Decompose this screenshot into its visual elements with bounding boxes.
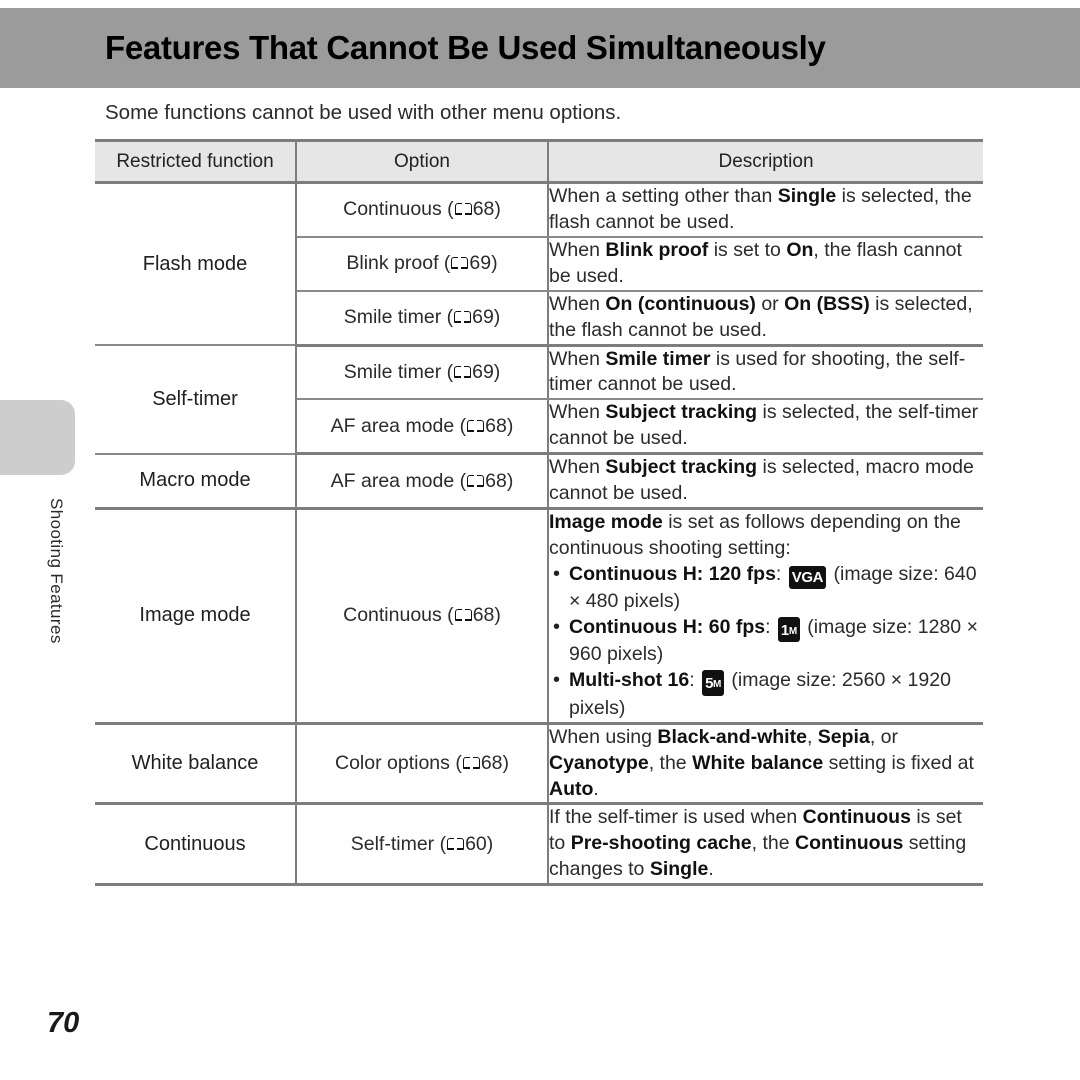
table-row: White balance Color options (68) When usin… xyxy=(95,723,983,806)
restrictions-table: Restricted function Option Description F… xyxy=(95,139,983,887)
option-cell: Self-timer (60) xyxy=(296,803,549,887)
description-cell: When On (continuous) or On (BSS) is sele… xyxy=(548,290,983,347)
image-size-badge-icon: 1M xyxy=(777,616,800,643)
option-cell: AF area mode (68) xyxy=(296,399,549,456)
option-label: Continuous (68) xyxy=(343,198,501,221)
emphasis-text: Smile timer xyxy=(605,347,711,370)
option-cell: Blink proof (69) xyxy=(296,236,549,292)
emphasis-text: Image mode xyxy=(549,511,663,534)
description-cell: When Subject tracking is selected, the s… xyxy=(548,399,983,456)
description-cell: If the self-timer is used when Continuou… xyxy=(548,803,983,887)
book-page-reference-icon xyxy=(454,203,472,216)
emphasis-text: On (continuous) xyxy=(605,292,756,315)
table-row: Flash mode Continuous (68) When a setting … xyxy=(95,182,983,347)
table-row: Continuous Self-timer (60) If the self-tim… xyxy=(95,803,983,887)
bullet-label: Continuous H: 120 fps xyxy=(569,562,776,585)
description-cell: When a setting other than Single is sele… xyxy=(548,182,983,238)
emphasis-text: Auto xyxy=(549,777,594,800)
description-lead: Image mode is set as follows depending o… xyxy=(549,511,961,559)
table-header-row: Restricted function Option Description xyxy=(95,139,983,184)
option-cell: Smile timer (69) xyxy=(296,290,549,347)
option-cell: Smile timer (69) xyxy=(296,345,549,401)
description-cell: When Blink proof is set to On, the flash… xyxy=(548,236,983,292)
emphasis-text: White balance xyxy=(692,751,824,774)
emphasis-text: Sepia xyxy=(817,725,870,748)
option-label: Continuous (68) xyxy=(343,604,501,627)
table-row: Self-timer Smile timer (69) When Smile tim… xyxy=(95,345,983,455)
description-cell: When using Black-and-white, Sepia, or Cy… xyxy=(548,723,983,806)
option-label: Self-timer (60) xyxy=(350,832,494,855)
page-title: Features That Cannot Be Used Simultaneou… xyxy=(105,29,826,66)
emphasis-text: Subject tracking xyxy=(605,456,758,479)
option-cell: Continuous (68) xyxy=(296,182,549,238)
emphasis-text: Black-and-white xyxy=(657,725,807,748)
book-page-reference-icon xyxy=(451,257,469,270)
book-page-reference-icon xyxy=(454,609,472,622)
description-cell: When Subject tracking is selected, macro… xyxy=(548,453,983,511)
option-label: AF area mode (68) xyxy=(330,414,514,437)
chapter-thumb-tab xyxy=(0,400,75,475)
description-cell: Image mode is set as follows depending o… xyxy=(548,508,983,725)
book-page-reference-icon xyxy=(467,474,485,488)
option-label: Blink proof (69) xyxy=(346,252,498,275)
image-size-badge-icon: 5M xyxy=(702,670,724,696)
emphasis-text: Blink proof xyxy=(605,238,709,261)
emphasis-text: Continuous xyxy=(795,832,904,855)
page-title-banner: Features That Cannot Be Used Simultaneou… xyxy=(0,8,1080,88)
emphasis-text: Subject tracking xyxy=(605,401,758,424)
description-cell: When Smile timer is used for shooting, t… xyxy=(548,345,983,401)
restricted-function-cell: Macro mode xyxy=(95,453,297,511)
table-row: Macro mode AF area mode (68) When Subject … xyxy=(95,453,983,511)
restricted-function-cell: Continuous xyxy=(95,803,297,887)
book-page-reference-icon xyxy=(467,419,485,433)
book-page-reference-icon xyxy=(447,837,465,851)
restricted-function-cell: Self-timer xyxy=(95,345,297,455)
intro-paragraph: Some functions cannot be used with other… xyxy=(105,101,622,124)
restricted-function-cell: White balance xyxy=(95,723,297,806)
emphasis-text: On (BSS) xyxy=(784,292,870,315)
emphasis-text: Pre-shooting cache xyxy=(570,832,752,855)
table-body: Flash mode Continuous (68) When a setting … xyxy=(95,182,983,887)
option-cell: Color options (68) xyxy=(296,723,549,806)
emphasis-text: Single xyxy=(649,858,709,881)
option-label: Smile timer (69) xyxy=(343,306,501,329)
option-label: AF area mode (68) xyxy=(330,469,514,492)
restricted-function-cell: Flash mode xyxy=(95,182,297,347)
column-header-description: Description xyxy=(547,139,983,184)
option-cell: Continuous (68) xyxy=(296,508,549,725)
book-page-reference-icon xyxy=(462,757,480,770)
column-header-option: Option xyxy=(295,139,548,184)
option-label: Color options (68) xyxy=(335,752,509,775)
emphasis-text: On xyxy=(786,238,814,261)
list-item: Continuous H: 60 fps: 1M (image size: 12… xyxy=(549,614,983,668)
column-header-restricted-function: Restricted function xyxy=(95,139,296,184)
emphasis-text: Cyanotype xyxy=(549,751,649,774)
emphasis-text: Single xyxy=(777,185,837,207)
table-row: Image mode Continuous (68) Image mode is s… xyxy=(95,508,983,725)
restricted-function-cell: Image mode xyxy=(95,508,297,725)
book-page-reference-icon xyxy=(454,311,472,324)
chapter-tab-label: Shooting Features xyxy=(47,498,66,644)
bullet-label: Multi-shot 16 xyxy=(569,669,690,692)
option-label: Smile timer (69) xyxy=(343,360,501,383)
option-cell: AF area mode (68) xyxy=(296,453,549,511)
list-item: Multi-shot 16: 5M (image size: 2560 × 19… xyxy=(549,667,983,721)
page-number: 70 xyxy=(47,1007,80,1039)
bullet-label: Continuous H: 60 fps xyxy=(569,615,766,638)
list-item: Continuous H: 120 fps: VGA (image size: … xyxy=(549,561,983,615)
image-mode-bullet-list: Continuous H: 120 fps: VGA (image size: … xyxy=(549,561,983,722)
image-size-badge-icon: VGA xyxy=(788,565,827,589)
book-page-reference-icon xyxy=(454,365,472,379)
emphasis-text: Continuous xyxy=(802,806,911,829)
